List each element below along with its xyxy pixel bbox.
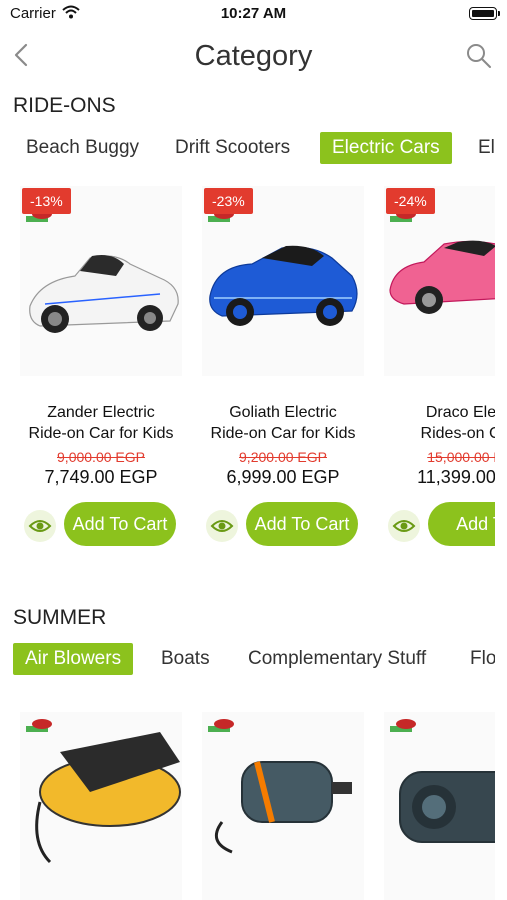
product-name-line2: Ride-on Car for Kids (210, 425, 356, 442)
product-image[interactable]: -13% (20, 186, 182, 376)
search-icon[interactable] (465, 42, 493, 70)
product-name[interactable]: Goliath Electric Ride-on Car for Kids (198, 402, 368, 444)
tab-el[interactable]: El (466, 132, 495, 164)
discount-badge: -23% (204, 188, 253, 214)
tab-complementary-stuff[interactable]: Complementary Stuff (236, 643, 438, 675)
tab-beach-buggy[interactable]: Beach Buggy (14, 132, 151, 164)
blue-ride-on-car-image (208, 209, 358, 326)
product-name-line2: Rides-on Ca (420, 425, 495, 442)
old-price: 9,000.00 EGP (57, 449, 145, 465)
old-price: 9,200.00 EGP (239, 449, 327, 465)
product-image[interactable] (202, 712, 364, 900)
product-image[interactable] (20, 712, 182, 900)
product-image[interactable]: -23% (202, 186, 364, 376)
add-to-cart-button[interactable]: Add To Cart (246, 502, 358, 546)
page-title: Category (194, 40, 313, 72)
tab-electric-cars[interactable]: Electric Cars (320, 132, 452, 164)
product-image[interactable] (384, 712, 495, 900)
product-name-line1: Zander Electric (47, 404, 155, 421)
ride-ons-products: -13% Zander Electric Ride-on Car for Kid… (0, 186, 495, 566)
product-name-line1: Goliath Electric (229, 404, 337, 421)
product-name-line2: Ride-on Car for Kids (28, 425, 174, 442)
add-to-cart-button[interactable]: Add To Cart (64, 502, 176, 546)
status-bar: Carrier 10:27 AM (0, 0, 507, 30)
battery-icon (469, 7, 500, 20)
summer-products (0, 712, 495, 900)
discount-badge: -24% (386, 188, 435, 214)
product-name[interactable]: Draco Elec Rides-on Ca (380, 402, 495, 444)
old-price: 15,000.00 E (427, 449, 495, 465)
add-to-cart-button[interactable]: Add To (428, 502, 495, 546)
tab-air-blowers[interactable]: Air Blowers (13, 643, 134, 675)
electric-air-pump-image (208, 719, 352, 854)
section-title-ride-ons: RIDE-ONS (13, 94, 116, 117)
product-name[interactable]: Zander Electric Ride-on Car for Kids (16, 402, 186, 444)
eye-icon[interactable] (388, 510, 420, 542)
nav-bar: Category (0, 30, 507, 86)
foot-air-pump-image (26, 719, 181, 864)
price: 6,999.00 EGP (226, 467, 340, 487)
discount-badge: -13% (22, 188, 71, 214)
tab-drift-scooters[interactable]: Drift Scooters (163, 132, 302, 164)
section-title-summer: SUMMER (13, 606, 107, 629)
pink-ride-on-car-image (389, 209, 495, 314)
summer-tabs: Air Blowers Boats Complementary Stuff Fl… (0, 643, 495, 677)
price: 11,399.00 E (417, 467, 495, 487)
price: 7,749.00 EGP (44, 467, 158, 487)
eye-icon[interactable] (24, 510, 56, 542)
tab-flo[interactable]: Flo (458, 643, 495, 675)
status-time: 10:27 AM (220, 5, 287, 22)
ride-ons-tabs: Beach Buggy Drift Scooters Electric Cars… (0, 132, 495, 166)
air-blower-image (390, 719, 495, 843)
product-image[interactable]: -24% (384, 186, 495, 376)
eye-icon[interactable] (206, 510, 238, 542)
product-name-line1: Draco Elec (425, 404, 495, 421)
white-ride-on-car-image (26, 209, 179, 333)
tab-boats[interactable]: Boats (149, 643, 222, 675)
